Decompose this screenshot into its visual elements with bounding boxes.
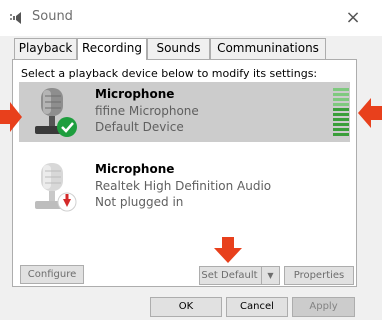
level-bar xyxy=(333,118,349,121)
microphone-icon xyxy=(35,163,77,212)
title-bar: Sound × xyxy=(0,0,382,36)
set-default-button[interactable]: Set Default ▼ xyxy=(199,266,280,285)
instruction-text: Select a playback device below to modify… xyxy=(21,67,318,80)
device-description: fifine Microphone xyxy=(95,104,199,118)
chevron-down-icon[interactable]: ▼ xyxy=(261,267,279,284)
level-bar xyxy=(333,93,349,96)
down-arrow-annotation-icon xyxy=(214,237,242,263)
tab-communications[interactable]: Communinations xyxy=(210,38,326,59)
level-bar xyxy=(333,113,349,116)
device-name: Microphone xyxy=(95,162,175,176)
right-arrow-annotation-icon xyxy=(0,102,22,132)
level-bar xyxy=(333,103,349,106)
level-bar xyxy=(333,98,349,101)
tab-recording[interactable]: Recording xyxy=(77,38,147,60)
tab-playback[interactable]: Playback xyxy=(14,38,77,59)
device-status: Not plugged in xyxy=(95,195,184,209)
level-bar xyxy=(333,133,349,136)
ok-button[interactable]: OK xyxy=(150,297,222,317)
recording-panel: Select a playback device below to modify… xyxy=(12,59,357,287)
left-arrow-annotation-icon xyxy=(358,98,382,128)
properties-button[interactable]: Properties xyxy=(284,266,354,285)
level-meter xyxy=(333,88,349,136)
device-name: Microphone xyxy=(95,87,175,101)
configure-button[interactable]: Configure xyxy=(20,265,84,284)
device-status: Default Device xyxy=(95,120,184,134)
sound-dialog: Sound × Playback Recording Sounds Commun… xyxy=(0,0,382,320)
apply-button[interactable]: Apply xyxy=(292,297,355,317)
green-check-icon xyxy=(57,117,77,137)
close-icon: × xyxy=(345,7,361,28)
tab-sounds[interactable]: Sounds xyxy=(147,38,210,59)
level-bar xyxy=(333,88,349,91)
device-list: Microphone fifine Microphone Default Dev… xyxy=(19,82,350,249)
level-bar xyxy=(333,128,349,131)
set-default-label: Set Default xyxy=(201,270,258,281)
close-button[interactable]: × xyxy=(338,4,368,32)
device-row-realtek[interactable]: Microphone Realtek High Definition Audio… xyxy=(19,157,350,217)
window-title: Sound xyxy=(32,9,73,24)
cancel-button[interactable]: Cancel xyxy=(226,297,288,317)
level-bar xyxy=(333,108,349,111)
device-description: Realtek High Definition Audio xyxy=(95,179,272,193)
level-bar xyxy=(333,123,349,126)
microphone-icon xyxy=(35,88,77,137)
speaker-icon xyxy=(10,12,21,24)
device-row-fifine[interactable]: Microphone fifine Microphone Default Dev… xyxy=(19,82,350,142)
